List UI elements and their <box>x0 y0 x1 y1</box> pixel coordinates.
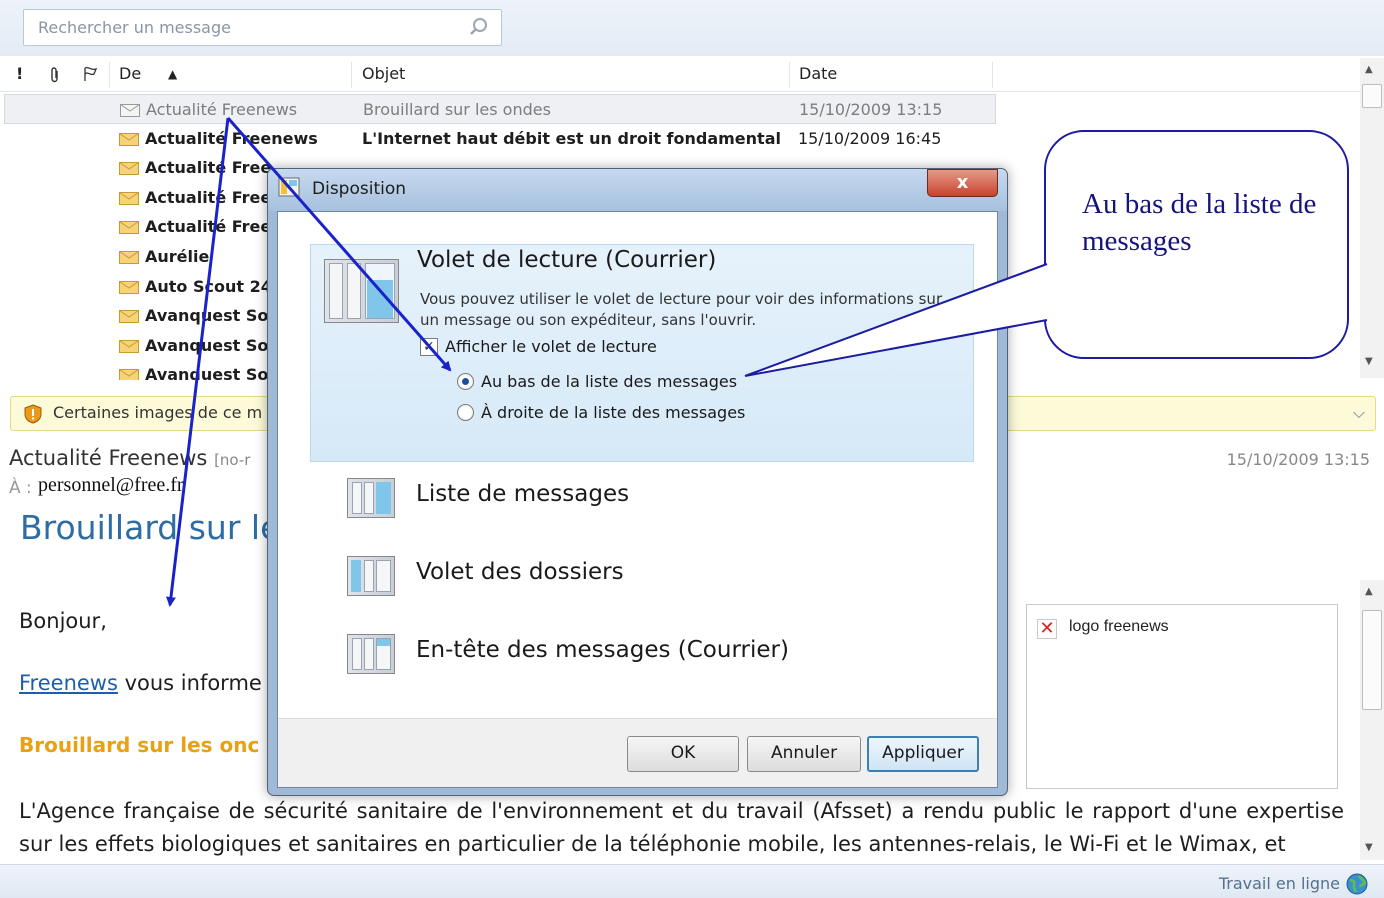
preview-date: 15/10/2009 13:15 <box>1226 450 1370 469</box>
message-header-layout-icon[interactable] <box>347 634 395 674</box>
connection-status: Travail en ligne <box>1218 874 1340 893</box>
envelope-icon <box>119 132 139 146</box>
preview-sender-address: [no-r <box>214 451 251 469</box>
preview-to-label: À : <box>9 478 32 498</box>
body-intro-line: Freenews vous informe <box>19 671 262 695</box>
list-item[interactable]: Actualité Freenews Brouillard sur les ond… <box>4 94 996 124</box>
image-alt-text: logo freenews <box>1069 618 1169 635</box>
preview-scrollbar[interactable]: ▲ ▼ <box>1360 580 1384 860</box>
list-item-sender: Auto Scout 24 <box>145 276 272 296</box>
body-intro-text: vous informe <box>117 671 262 695</box>
close-button[interactable]: x <box>927 169 998 197</box>
broken-image-icon: ✕ <box>1037 619 1057 639</box>
preview-sender-name: Actualité Freenews <box>9 446 208 470</box>
broken-image-placeholder: ✕ logo freenews <box>1026 604 1338 789</box>
envelope-open-icon <box>120 104 140 117</box>
scroll-down-arrow-icon[interactable]: ▼ <box>1365 356 1373 367</box>
scrollbar-thumb[interactable] <box>1362 610 1382 710</box>
message-list-scrollbar[interactable]: ▲ ▼ <box>1360 58 1384 378</box>
dialog-content: Volet de lecture (Courrier) Vous pouvez … <box>277 211 998 788</box>
callout-text: Au bas de la liste de messages <box>1082 188 1317 257</box>
list-item-sender: Actualité Freenews <box>146 100 298 119</box>
scroll-up-arrow-icon[interactable]: ▲ <box>1365 64 1373 75</box>
body-article-heading: Brouillard sur les onc <box>19 733 260 757</box>
list-item-subject: Brouillard sur les ondes <box>363 100 551 119</box>
dialog-button-bar: OK Annuler Appliquer <box>278 718 997 787</box>
layout-dialog: Disposition x Volet de lecture (Courrier… <box>267 168 1008 796</box>
list-item-date: 15/10/2009 13:15 <box>799 100 943 119</box>
envelope-icon <box>119 280 139 294</box>
body-greeting: Bonjour, <box>19 609 107 633</box>
cancel-button[interactable]: Annuler <box>747 736 861 772</box>
radio-bottom-of-list[interactable] <box>457 373 474 390</box>
envelope-icon <box>119 251 139 264</box>
reading-pane-layout-icon <box>324 259 399 323</box>
envelope-icon <box>119 339 139 353</box>
dialog-titlebar[interactable]: Disposition x <box>268 169 1007 211</box>
chevron-down-icon[interactable]: ⌵ <box>1353 403 1365 423</box>
freenews-link[interactable]: Freenews <box>19 671 118 695</box>
message-list-layout-icon[interactable] <box>347 478 395 518</box>
list-item-sender: Avanquest So <box>145 365 269 380</box>
infobar-text: Certaines images de ce m <box>53 403 263 422</box>
envelope-icon <box>119 369 139 380</box>
dialog-title: Disposition <box>312 179 407 199</box>
list-item-sender: Aurélie <box>145 247 210 266</box>
option-message-header[interactable]: En-tête des messages (Courrier) <box>416 637 789 663</box>
annotation-callout: Au bas de la liste de messages <box>1044 130 1349 359</box>
folder-pane-layout-icon[interactable] <box>347 556 395 596</box>
ok-button[interactable]: OK <box>627 736 739 772</box>
list-item-date: 15/10/2009 16:45 <box>798 128 942 148</box>
scroll-up-arrow-icon[interactable]: ▲ <box>1365 586 1373 597</box>
envelope-icon <box>119 191 139 205</box>
scrollbar-thumb[interactable] <box>1362 84 1382 108</box>
radio-right-of-list-label[interactable]: À droite de la liste des messages <box>481 403 745 422</box>
status-bar: Travail en ligne <box>0 864 1384 898</box>
envelope-icon <box>119 221 139 235</box>
envelope-icon <box>119 310 139 324</box>
reading-pane-section[interactable]: Volet de lecture (Courrier) Vous pouvez … <box>310 244 974 462</box>
preview-recipient: personnel@free.fr <box>38 474 184 496</box>
preview-sender: Actualité Freenews [no-r <box>9 446 250 470</box>
radio-right-of-list[interactable] <box>457 404 474 421</box>
show-reading-pane-label[interactable]: Afficher le volet de lecture <box>445 337 657 356</box>
list-item-sender: Actualité Freenews <box>145 128 318 148</box>
list-item-sender: Avanquest So <box>145 306 269 326</box>
apply-button[interactable]: Appliquer <box>867 736 979 772</box>
globe-icon <box>1346 873 1368 895</box>
scroll-down-arrow-icon[interactable]: ▼ <box>1365 842 1373 853</box>
envelope-icon <box>119 162 139 176</box>
list-item-sender: Actualité Free <box>145 217 272 237</box>
list-item-subject: L'Internet haut débit est un droit fonda… <box>362 128 781 148</box>
radio-bottom-of-list-label[interactable]: Au bas de la liste des messages <box>481 372 737 391</box>
layout-icon <box>278 177 300 197</box>
list-item-sender: Avanquest So <box>145 335 269 355</box>
reading-pane-title: Volet de lecture (Courrier) <box>417 247 717 273</box>
body-paragraph: L'Agence française de sécurité sanitaire… <box>19 799 1344 856</box>
preview-subject: Brouillard sur le <box>20 508 281 547</box>
list-item-sender: Actualité Free <box>145 158 272 178</box>
list-item-sender: Actualité Free <box>145 187 272 207</box>
reading-pane-description: Vous pouvez utiliser le volet de lecture… <box>420 290 943 329</box>
option-folder-pane[interactable]: Volet des dossiers <box>416 559 624 585</box>
shield-warning-icon <box>24 404 42 424</box>
option-message-list[interactable]: Liste de messages <box>416 481 629 507</box>
show-reading-pane-checkbox[interactable]: ✓ <box>420 338 438 356</box>
